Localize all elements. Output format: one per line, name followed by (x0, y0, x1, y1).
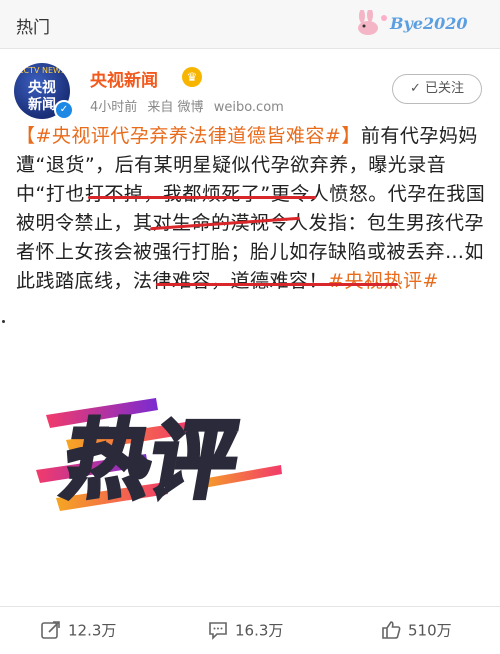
thumbs-up-icon (382, 621, 401, 639)
follow-label: 已关注 (424, 81, 464, 96)
repost-count: 12.3万 (68, 621, 117, 640)
post-meta: 4小时前 来自 微博 weibo.com (90, 96, 290, 115)
topic-link[interactable]: 【#央视评代孕弃养法律道德皆难容#】 (16, 125, 361, 147)
underline-3 (156, 283, 398, 286)
post-domain: weibo.com (213, 100, 284, 115)
hot-comment-graphic: 热评 (36, 398, 282, 513)
watermark-logo: Bye2020 (354, 8, 484, 38)
comment-count: 16.3万 (235, 621, 284, 640)
avatar-caption: CCTV NEWS (17, 66, 67, 75)
stray-dot (2, 320, 5, 323)
action-bar: 12.3万 16.3万 510万 (0, 606, 500, 654)
post-text: 【#央视评代孕弃养法律道德皆难容#】前有代孕妈妈遭“退货”，后有某明星疑似代孕欲… (16, 122, 486, 296)
graphic-text: 热评 (56, 412, 245, 511)
crown-badge-icon: ♛ (182, 67, 202, 87)
top-bar: 热门 Bye2020 (0, 0, 500, 49)
comment-button[interactable]: 16.3万 (207, 619, 283, 643)
post-source: 来自 微博 (147, 100, 204, 115)
check-icon: ✓ (410, 81, 421, 96)
underline-1 (88, 196, 316, 199)
quote-2: 践踏底线，法律难容，道德难容！ (35, 270, 329, 292)
post-time: 4小时前 (90, 100, 138, 115)
like-button[interactable]: 510万 (380, 619, 452, 643)
verified-icon: ✓ (54, 100, 74, 120)
watermark-text: Bye2020 (390, 14, 468, 33)
quote-1: “打也打不掉，我都烦死了” (35, 183, 271, 205)
page-title: 热门 (16, 18, 50, 38)
repost-icon (41, 621, 60, 639)
comment-icon (209, 622, 227, 640)
follow-button[interactable]: ✓ 已关注 (392, 74, 482, 104)
like-count: 510万 (408, 621, 452, 640)
rabbit-icon (358, 8, 387, 35)
account-name[interactable]: 央视新闻 (90, 66, 158, 91)
hashtag-link[interactable]: #央视热评# (328, 270, 439, 292)
repost-button[interactable]: 12.3万 (40, 619, 116, 643)
